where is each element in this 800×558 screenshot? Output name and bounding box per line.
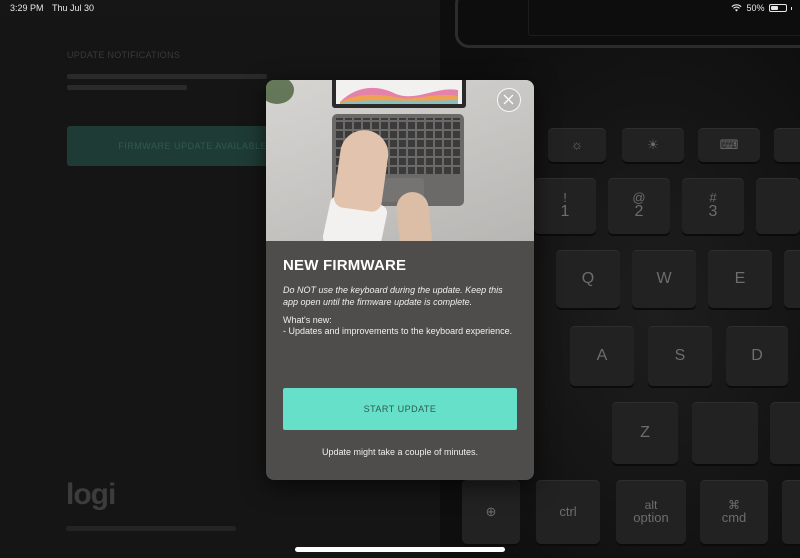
- tablet-screen-content: [336, 80, 462, 104]
- footer-text: [66, 526, 236, 531]
- key-a: A: [570, 326, 634, 386]
- key-1: ! 1: [534, 178, 596, 234]
- key-2-shift: @: [632, 189, 646, 205]
- logi-logo: logi: [66, 478, 116, 511]
- key-f2: ☀: [622, 128, 684, 162]
- key-option: alt option: [616, 480, 686, 544]
- firmware-update-modal: NEW FIRMWARE Do NOT use the keyboard dur…: [266, 80, 534, 480]
- whats-new-title: What's new:: [283, 315, 332, 325]
- status-bar: 3:29 PM Thu Jul 30 50%: [0, 0, 800, 16]
- key-3-main: 3: [708, 203, 718, 221]
- update-duration-note: Update might take a couple of minutes.: [321, 447, 479, 457]
- key-3: # 3: [682, 178, 744, 234]
- plant-image-detail: [266, 80, 294, 104]
- close-icon: [503, 94, 514, 105]
- key-2-main: 2: [634, 203, 644, 221]
- keyboard-hero-image: [266, 80, 534, 241]
- key-space: [782, 480, 800, 544]
- tablet-screen-image: [332, 80, 466, 108]
- tablet-screen-chart-image: [340, 87, 458, 104]
- firmware-update-available-button[interactable]: FIRMWARE UPDATE AVAILABLE: [67, 126, 277, 166]
- key-1-main: 1: [560, 203, 570, 221]
- key-f1: ☼: [548, 128, 606, 162]
- close-button[interactable]: [497, 88, 521, 112]
- wifi-icon: [731, 4, 743, 12]
- key-option-label: option: [633, 510, 669, 526]
- battery-icon: [768, 4, 787, 12]
- key-d: D: [726, 326, 788, 386]
- key-q: Q: [556, 250, 620, 308]
- modal-title: NEW FIRMWARE: [283, 257, 407, 274]
- key-f4: [774, 128, 800, 162]
- key-2: @ 2: [608, 178, 670, 234]
- key-3-shift: #: [709, 189, 717, 205]
- start-update-button[interactable]: START UPDATE: [283, 388, 517, 430]
- battery-level-fill: [770, 6, 778, 10]
- status-time: 3:29 PM: [10, 3, 44, 13]
- key-e: E: [708, 250, 772, 308]
- update-notifications-heading: UPDATE NOTIFICATIONS: [67, 50, 181, 60]
- whats-new-item: - Updates and improvements to the keyboa…: [283, 326, 513, 336]
- key-c: [770, 402, 800, 464]
- status-indicators: 50%: [731, 3, 792, 13]
- key-w: W: [632, 250, 696, 308]
- key-x: [692, 402, 758, 464]
- key-cmd: ⌘ cmd: [700, 480, 768, 544]
- key-globe: ⊕: [462, 480, 520, 544]
- key-s: S: [648, 326, 712, 386]
- battery-tip: [790, 6, 792, 10]
- key-1-shift: !: [563, 189, 567, 205]
- battery-percent: 50%: [746, 3, 765, 13]
- key-f3: ⌨: [698, 128, 760, 162]
- update-notifications-description: [67, 74, 267, 92]
- key-4: [756, 178, 800, 234]
- key-cmd-label: cmd: [721, 510, 747, 526]
- update-warning-text: Do NOT use the keyboard during the updat…: [283, 285, 503, 307]
- status-date: Thu Jul 30: [52, 3, 95, 13]
- key-z: Z: [612, 402, 678, 464]
- key-ctrl: ctrl: [536, 480, 600, 544]
- home-indicator[interactable]: [295, 547, 505, 552]
- key-r: [784, 250, 800, 308]
